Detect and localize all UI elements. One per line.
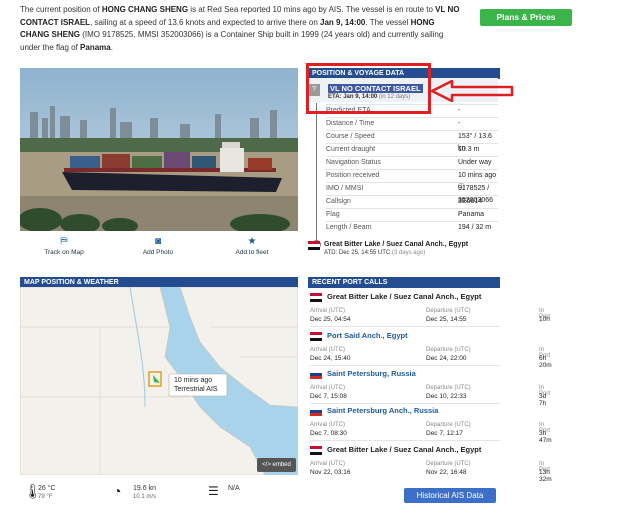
departure-time: ATD: Dec 25, 14:55 UTC (3 days ago)	[324, 250, 426, 256]
current-draught-row: Current draught 10.3 m	[326, 143, 498, 155]
map-position-popup: 10 mins ago Terrestrial AIS	[174, 377, 218, 393]
egypt-flag-icon	[310, 331, 322, 341]
egypt-flag-icon	[310, 445, 322, 455]
russia-flag-icon	[310, 406, 322, 416]
course-speed-row: Course / Speed 153° / 13.6 kn	[326, 130, 498, 152]
egypt-flag-icon	[310, 292, 322, 302]
distance-time-row: Distance / Time -	[326, 117, 498, 129]
camera-icon: ◙	[154, 236, 162, 247]
wind-gauge-icon: ◔	[113, 483, 122, 499]
wind-readout: 19.6 kn 10.1 m/s	[133, 485, 157, 500]
historical-ais-data-button[interactable]: Historical AIS Data	[404, 488, 496, 503]
temperature-readout: 26 °C 79 °F	[38, 485, 56, 500]
add-photo-action[interactable]: ◙ Add Photo	[128, 236, 188, 256]
port-calls-header: RECENT PORT CALLS	[308, 277, 500, 288]
plans-prices-button[interactable]: Plans & Prices	[480, 9, 572, 26]
egypt-flag-icon	[308, 241, 320, 250]
callsign-row: Callsign 3E6614	[326, 195, 498, 207]
waves-readout: N/A	[228, 485, 240, 492]
vessel-name: HONG CHANG SHENG	[101, 5, 189, 14]
star-icon: ★	[247, 236, 257, 247]
departure-port-name[interactable]: Great Bitter Lake / Suez Canal Anch., Eg…	[324, 241, 468, 248]
eta-text: Jan 9, 14:00	[320, 17, 366, 27]
vessel-photo[interactable]	[20, 68, 298, 231]
embed-button[interactable]: </> embed	[257, 458, 296, 472]
navigation-status-row: Navigation Status Under way	[326, 156, 498, 168]
imo-mmsi-row: IMO / MMSI 9178525 / 352003066	[326, 182, 498, 204]
position-received-row: Position received 10 mins ago ⓘ	[326, 169, 498, 191]
flag-row: Flag Panama	[326, 208, 498, 220]
map-icon: ⛿	[60, 236, 68, 247]
waves-icon: ☰	[208, 484, 219, 498]
track-on-map-action[interactable]: ⛿ Track on Map	[34, 236, 94, 256]
add-to-fleet-action[interactable]: ★ Add to fleet	[222, 236, 282, 256]
annotation-arrow-icon	[430, 80, 514, 102]
vessel-position-map[interactable]: 10 mins ago Terrestrial AIS	[20, 287, 298, 475]
voyage-timeline-line	[316, 103, 317, 241]
vessel-summary-text: The current position of HONG CHANG SHENG…	[20, 5, 460, 52]
length-beam-row: Length / Beam 194 / 32 m	[326, 221, 498, 233]
russia-flag-icon	[310, 369, 322, 379]
highlight-box	[306, 63, 431, 114]
